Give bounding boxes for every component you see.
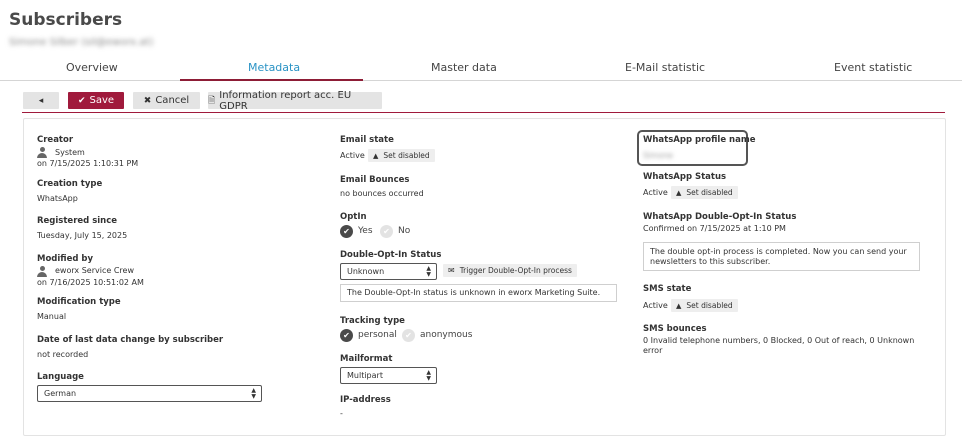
- optin-yes-radio[interactable]: ✔: [340, 225, 353, 238]
- tab-master-data[interactable]: Master data: [431, 61, 497, 74]
- tracking-personal-radio[interactable]: ✔: [340, 329, 353, 342]
- whatsapp-doi-info-box: The double opt-in process is completed. …: [643, 242, 920, 271]
- gdpr-report-label: Information report acc. EU GDPR: [219, 89, 352, 112]
- mailformat-label: Mailformat: [340, 354, 393, 364]
- caret-left-icon: ◂: [38, 95, 44, 106]
- sms-state-value: Active: [643, 301, 668, 310]
- tracking-anonymous-radio[interactable]: ✔: [402, 329, 415, 342]
- email-set-disabled-button[interactable]: ▲ Set disabled: [368, 149, 435, 162]
- email-state-label: Email state: [340, 135, 394, 145]
- tab-metadata[interactable]: Metadata: [248, 61, 300, 74]
- tab-email-statistic[interactable]: E-Mail statistic: [625, 61, 705, 74]
- creator-name: System: [55, 148, 85, 157]
- document-icon: 🗎: [208, 95, 216, 106]
- tracking-personal-label: personal: [358, 330, 397, 340]
- mailformat-select[interactable]: Multipart ▲ ▼: [340, 367, 437, 384]
- modification-type-label: Modification type: [37, 297, 121, 307]
- page-title: Subscribers: [9, 10, 123, 30]
- sms-state-label: SMS state: [643, 284, 692, 294]
- creator-label: Creator: [37, 135, 74, 145]
- tab-overview[interactable]: Overview: [66, 61, 118, 74]
- check-icon: ✔: [405, 331, 412, 340]
- tracking-anonymous-label: anonymous: [420, 330, 473, 340]
- optin-no-radio[interactable]: ✔: [380, 225, 393, 238]
- whatsapp-doi-value: Confirmed on 7/15/2025 at 1:10 PM: [643, 224, 786, 233]
- language-label: Language: [37, 372, 84, 382]
- creation-type-value: WhatsApp: [37, 194, 78, 203]
- whatsapp-profile-value: Simone: [643, 151, 673, 160]
- language-select[interactable]: German ▲ ▼: [37, 385, 262, 402]
- last-data-change-label: Date of last data change by subscriber: [37, 335, 224, 345]
- modified-by-date: on 7/16/2025 10:51:02 AM: [37, 278, 144, 287]
- modified-by-name: eworx Service Crew: [55, 266, 134, 275]
- back-button[interactable]: ◂: [23, 92, 59, 109]
- trigger-doi-label: Trigger Double-Opt-In process: [459, 266, 572, 275]
- ip-address-label: IP-address: [340, 395, 391, 405]
- doi-status-select-value: Unknown: [347, 267, 385, 276]
- sort-arrows-icon: ▲ ▼: [426, 369, 431, 382]
- sort-arrows-icon: ▲ ▼: [251, 387, 256, 400]
- sort-arrows-icon: ▲ ▼: [426, 265, 431, 278]
- cancel-button[interactable]: ✖ Cancel: [133, 92, 200, 109]
- email-bounces-label: Email Bounces: [340, 175, 410, 185]
- trigger-doi-button[interactable]: ✉ Trigger Double-Opt-In process: [443, 264, 577, 277]
- whatsapp-doi-label: WhatsApp Double-Opt-In Status: [643, 212, 797, 222]
- warning-icon: ▲: [676, 301, 682, 310]
- whatsapp-status-value: Active: [643, 188, 668, 197]
- creation-type-label: Creation type: [37, 179, 103, 189]
- toolbar-divider: [22, 112, 945, 113]
- modification-type-value: Manual: [37, 312, 67, 321]
- email-set-disabled-label: Set disabled: [383, 151, 430, 160]
- optin-yes-label: Yes: [358, 226, 373, 236]
- cancel-label: Cancel: [155, 95, 190, 106]
- check-icon: ✔: [383, 227, 390, 236]
- check-icon: ✔: [343, 227, 350, 236]
- whatsapp-doi-info-line-2: newsletters to this subscriber.: [650, 257, 771, 266]
- doi-status-label: Double-Opt-In Status: [340, 250, 442, 260]
- whatsapp-profile-label: WhatsApp profile name: [643, 135, 756, 145]
- whatsapp-set-disabled-button[interactable]: ▲ Set disabled: [671, 186, 738, 199]
- save-button[interactable]: ✔ Save: [68, 92, 124, 109]
- whatsapp-doi-info-line-1: The double opt-in process is completed. …: [650, 247, 907, 256]
- sms-bounces-value-line-1: 0 Invalid telephone numbers, 0 Blocked, …: [643, 336, 915, 345]
- optin-no-label: No: [398, 226, 411, 236]
- ip-address-value: -: [340, 409, 343, 418]
- email-state-value: Active: [340, 151, 365, 160]
- registered-since-value: Tuesday, July 15, 2025: [37, 231, 128, 240]
- warning-icon: ▲: [676, 188, 682, 197]
- active-tab-indicator: [180, 79, 363, 81]
- mailformat-select-value: Multipart: [347, 371, 383, 380]
- whatsapp-status-label: WhatsApp Status: [643, 172, 727, 182]
- optin-label: OptIn: [340, 212, 367, 222]
- sms-set-disabled-label: Set disabled: [686, 301, 733, 310]
- email-bounces-value: no bounces occurred: [340, 189, 424, 198]
- doi-info-box: The Double-Opt-In status is unknown in e…: [340, 284, 617, 302]
- sms-set-disabled-button[interactable]: ▲ Set disabled: [671, 299, 738, 312]
- user-icon: [37, 266, 47, 277]
- language-select-value: German: [44, 389, 77, 398]
- check-icon: ✔: [77, 95, 86, 106]
- mail-icon: ✉: [448, 266, 455, 275]
- tab-event-statistic[interactable]: Event statistic: [834, 61, 912, 74]
- warning-icon: ▲: [373, 151, 379, 160]
- doi-info-text: The Double-Opt-In status is unknown in e…: [347, 288, 601, 297]
- save-label: Save: [89, 95, 115, 106]
- tracking-type-label: Tracking type: [340, 316, 405, 326]
- whatsapp-set-disabled-label: Set disabled: [686, 188, 733, 197]
- gdpr-report-button[interactable]: 🗎 Information report acc. EU GDPR: [208, 89, 382, 112]
- modified-by-label: Modified by: [37, 254, 94, 264]
- sms-bounces-value-line-2: error: [643, 346, 663, 355]
- user-icon: [37, 147, 47, 158]
- subscriber-identity: Simone Silber (sil@eworx.at): [9, 37, 154, 48]
- sms-bounces-label: SMS bounces: [643, 324, 707, 334]
- check-icon: ✔: [343, 331, 350, 340]
- tab-bar: Overview Metadata Master data E-Mail sta…: [0, 56, 962, 81]
- registered-since-label: Registered since: [37, 216, 118, 226]
- creator-date: on 7/15/2025 1:10:31 PM: [37, 159, 139, 168]
- close-icon: ✖: [143, 95, 152, 106]
- doi-status-select[interactable]: Unknown ▲ ▼: [340, 263, 437, 280]
- last-data-change-value: not recorded: [37, 350, 89, 359]
